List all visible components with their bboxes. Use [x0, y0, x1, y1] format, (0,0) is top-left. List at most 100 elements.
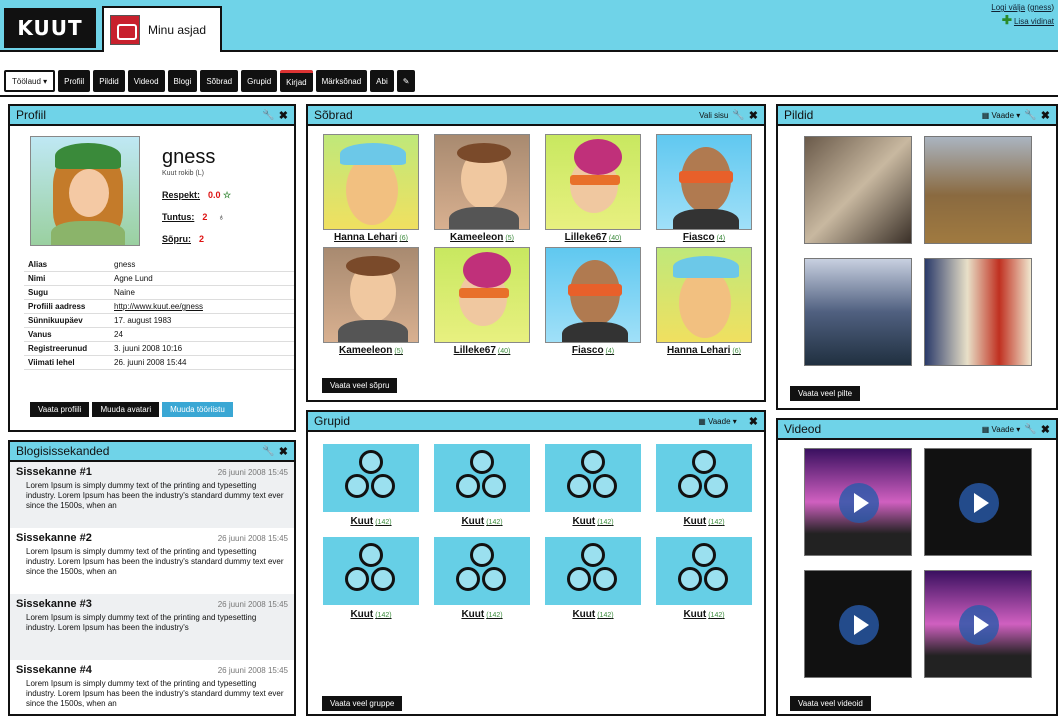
view-dropdown[interactable]: ▦ Vaade ▾	[698, 417, 737, 426]
friend-avatar	[434, 247, 530, 343]
group-logo	[545, 537, 641, 605]
group-card[interactable]: Kuut (142)	[322, 537, 420, 620]
friend-card[interactable]: Lilleke67 (40)	[544, 134, 642, 243]
tuntus-link[interactable]: Tuntus:	[162, 212, 194, 222]
play-icon[interactable]	[839, 483, 879, 523]
group-logo	[434, 444, 530, 512]
my-stuff-icon	[110, 15, 140, 45]
play-icon[interactable]	[839, 605, 879, 645]
wrench-icon[interactable]: 🔧	[262, 446, 274, 457]
wrench-icon[interactable]: 🔧	[1024, 424, 1036, 435]
blog-entry[interactable]: Sissekanne #3 26 juuni 2008 15:45 Lorem I…	[10, 594, 294, 660]
friend-avatar	[434, 134, 530, 230]
wrench-icon[interactable]: 🔧	[1024, 110, 1036, 121]
top-links: Logi välja (gness) ✚ Lisa vidinat	[991, 3, 1054, 27]
groups-panel: Grupid ▦ Vaade ▾ ✖ Kuut (142) Kuut (142) Ku…	[306, 410, 766, 716]
view-dropdown[interactable]: ▦ Vaade ▾	[982, 425, 1021, 434]
group-card[interactable]: Kuut (142)	[544, 537, 642, 620]
friend-card[interactable]: Lilleke67 (40)	[433, 247, 531, 356]
table-row: Nimi Agne Lund	[24, 271, 294, 286]
tab-minu-asjad[interactable]: Minu asjad	[102, 6, 222, 52]
more-groups-button[interactable]: Vaata veel gruppe	[322, 696, 403, 711]
table-row: Sünnikuupäev 17. august 1983	[24, 313, 294, 328]
wrench-icon[interactable]: 🔧	[262, 110, 274, 121]
more-friends-button[interactable]: Vaata veel sõpru	[322, 378, 398, 393]
group-card[interactable]: Kuut (142)	[433, 537, 531, 620]
add-widget-link[interactable]: Lisa vidinat	[1014, 17, 1054, 26]
blog-entry[interactable]: Sissekanne #1 26 juuni 2008 15:45 Lorem I…	[10, 462, 294, 528]
video-thumbnail[interactable]	[924, 448, 1032, 556]
profile-info-table: Alias gness Nimi Agne Lund Sugu Naine Profi…	[24, 258, 294, 370]
edit-icon[interactable]: ✎	[396, 70, 416, 92]
respekt-link[interactable]: Respekt:	[162, 190, 200, 200]
blog-entry[interactable]: Sissekanne #4 26 juuni 2008 15:45 Lorem I…	[10, 660, 294, 714]
video-thumbnail[interactable]	[924, 570, 1032, 678]
close-icon[interactable]: ✖	[1041, 423, 1050, 436]
nav-toolaud[interactable]: Töölaud ▾	[4, 70, 56, 92]
kuut-logo[interactable]: KUUT	[4, 8, 96, 48]
group-logo	[656, 444, 752, 512]
nav-blogi[interactable]: Blogi	[167, 70, 198, 92]
sobru-link[interactable]: Sõpru:	[162, 234, 191, 244]
change-settings-button[interactable]: Muuda tööriistu	[162, 402, 233, 417]
avatar	[30, 136, 140, 246]
nav-kirjad[interactable]: Kirjad	[280, 70, 313, 92]
more-pictures-button[interactable]: Vaata veel pilte	[790, 386, 861, 401]
friend-card[interactable]: Kameeleon (5)	[433, 134, 531, 243]
group-card[interactable]: Kuut (142)	[655, 537, 753, 620]
group-card[interactable]: Kuut (142)	[544, 444, 642, 527]
username-link[interactable]: gness	[1030, 3, 1051, 12]
play-icon[interactable]	[959, 483, 999, 523]
friend-card[interactable]: Hanna Lehari (6)	[322, 134, 420, 243]
profile-url-link[interactable]: http://www.kuut.ee/gness	[114, 302, 203, 311]
friend-card[interactable]: Kameeleon (5)	[322, 247, 420, 356]
photo-thumbnail[interactable]	[924, 136, 1032, 244]
friend-card[interactable]: Hanna Lehari (6)	[655, 247, 753, 356]
more-videos-button[interactable]: Vaata veel videoid	[790, 696, 871, 711]
panel-title: Blogisissekanded	[16, 444, 110, 458]
nav-profiil[interactable]: Profiil	[58, 70, 91, 92]
panel-title: Grupid	[314, 414, 351, 428]
group-card[interactable]: Kuut (142)	[322, 444, 420, 527]
choose-content-link[interactable]: Vali sisu	[699, 111, 728, 120]
sobru-stat: Sõpru: 2	[162, 234, 205, 244]
close-icon[interactable]: ✖	[279, 445, 288, 458]
logout-link[interactable]: Logi välja	[991, 3, 1025, 12]
photo-thumbnail[interactable]	[804, 136, 912, 244]
nav-videod[interactable]: Videod	[127, 70, 165, 92]
nav-marksonad[interactable]: Märksõnad	[315, 70, 368, 92]
star-icon[interactable]: ☆	[223, 190, 231, 200]
panel-title: Sõbrad	[314, 108, 353, 122]
panel-title: Videod	[784, 422, 822, 436]
nav-abi[interactable]: Abi	[370, 70, 394, 92]
video-thumbnail[interactable]	[804, 570, 912, 678]
change-avatar-button[interactable]: Muuda avatari	[92, 402, 160, 417]
view-profile-button[interactable]: Vaata profiili	[30, 402, 90, 417]
tuntus-stat: Tuntus: 2 ♁	[162, 212, 225, 222]
friend-card[interactable]: Fiasco (4)	[655, 134, 753, 243]
photo-thumbnail[interactable]	[924, 258, 1032, 366]
friend-avatar	[656, 134, 752, 230]
video-thumbnail[interactable]	[804, 448, 912, 556]
nav-pildid[interactable]: Pildid	[93, 70, 125, 92]
table-row: Viimati lehel 26. juuni 2008 15:44	[24, 355, 294, 370]
panel-title: Pildid	[784, 108, 814, 122]
nav-sobrad[interactable]: Sõbrad	[200, 70, 239, 92]
nav-grupid[interactable]: Grupid	[241, 70, 278, 92]
view-dropdown[interactable]: ▦ Vaade ▾	[982, 111, 1021, 120]
wrench-icon[interactable]: 🔧	[732, 110, 744, 121]
close-icon[interactable]: ✖	[749, 109, 758, 122]
group-card[interactable]: Kuut (142)	[655, 444, 753, 527]
blog-entry[interactable]: Sissekanne #2 26 juuni 2008 15:45 Lorem I…	[10, 528, 294, 594]
close-icon[interactable]: ✖	[1041, 109, 1050, 122]
tab-label: Minu asjad	[148, 23, 207, 37]
play-icon[interactable]	[959, 605, 999, 645]
close-icon[interactable]: ✖	[749, 415, 758, 428]
group-logo	[434, 537, 530, 605]
friend-card[interactable]: Fiasco (4)	[544, 247, 642, 356]
close-icon[interactable]: ✖	[279, 109, 288, 122]
friend-avatar	[545, 247, 641, 343]
table-row: Sugu Naine	[24, 285, 294, 300]
photo-thumbnail[interactable]	[804, 258, 912, 366]
group-card[interactable]: Kuut (142)	[433, 444, 531, 527]
